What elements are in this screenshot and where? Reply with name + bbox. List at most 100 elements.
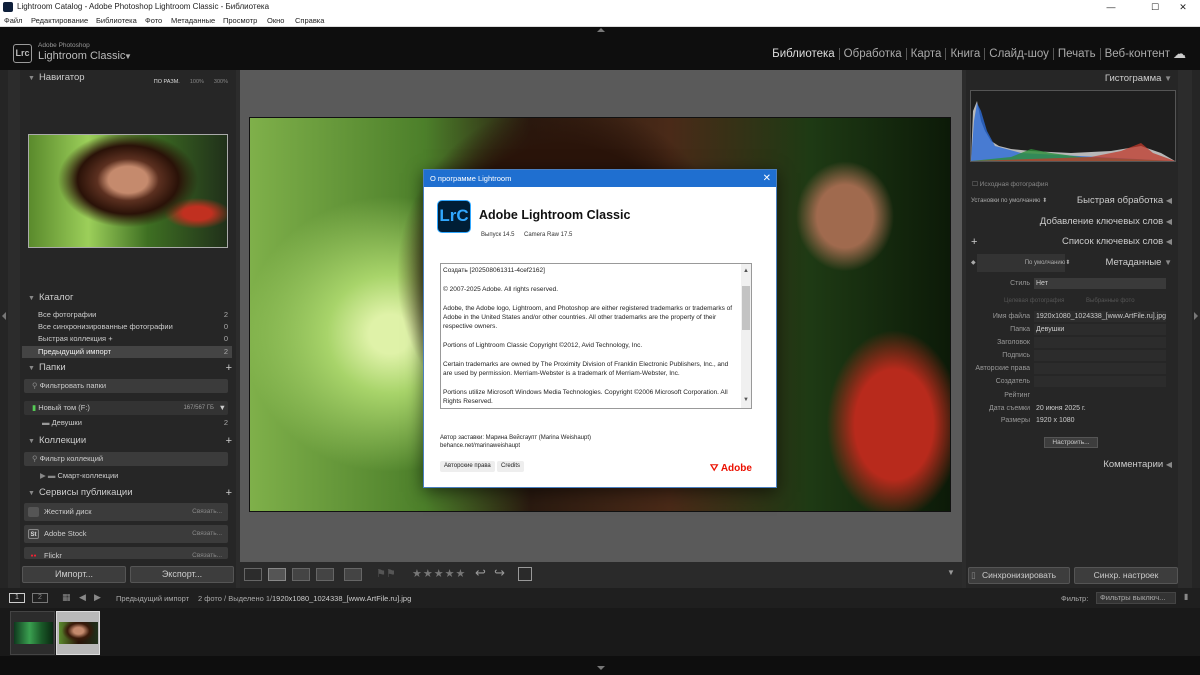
service-link[interactable]: Связать... (192, 503, 222, 521)
original-photo-checkbox[interactable]: ☐ Исходная фотография (972, 180, 1048, 188)
catalog-item[interactable]: Все синхронизированные фотографии 0 (22, 321, 232, 333)
copyright-button[interactable]: Авторские права (440, 461, 495, 472)
target-photo-tab[interactable]: Целевая фотография (1004, 295, 1064, 307)
menu-file[interactable]: Файл (4, 16, 22, 25)
service-link[interactable]: Связать... (192, 525, 222, 543)
close-button[interactable]: ✕ (1166, 0, 1200, 14)
filter-lock-icon[interactable]: ▮ (1184, 592, 1188, 601)
identity-menu-icon[interactable]: ▼ (124, 52, 132, 61)
compare-view-icon[interactable] (292, 568, 310, 581)
zoom-fit[interactable]: ПО РАЗМ. (154, 74, 180, 90)
grid-view-icon[interactable] (244, 568, 262, 581)
module-slideshow[interactable]: Слайд-шоу (984, 48, 1053, 60)
menu-view[interactable]: Просмотр (223, 16, 257, 25)
sync-settings-button[interactable]: Синхр. настроек (1074, 567, 1178, 584)
meta-copyright-field[interactable] (1034, 363, 1166, 374)
secondary-window-button[interactable]: 2 (32, 593, 48, 603)
collections-header[interactable]: ▼ Коллекции + (20, 433, 236, 449)
menu-edit[interactable]: Редактирование (31, 16, 88, 25)
customize-button[interactable]: Настроить... (1044, 437, 1098, 448)
import-button[interactable]: Импорт... (22, 566, 126, 583)
film-thumb-cell-selected[interactable] (56, 611, 100, 655)
keyword-list-header[interactable]: + Список ключевых слов ◀ (966, 233, 1178, 251)
folder-item[interactable]: ▬ Девушки 2 (22, 417, 232, 429)
module-print[interactable]: Печать (1052, 48, 1100, 60)
toolbar-menu-icon[interactable]: ▼ (947, 568, 955, 577)
menu-library[interactable]: Библиотека (96, 16, 137, 25)
smart-collections-item[interactable]: ▶ ▬ Смарт-коллекции (22, 470, 232, 482)
volume-expand-icon[interactable]: ▼ (219, 401, 226, 415)
menu-metadata[interactable]: Метаданные (171, 16, 215, 25)
metadata-header[interactable]: ◆ По умолчанию⬍ Метаданные ▼ (966, 254, 1178, 272)
minimize-button[interactable]: — (1094, 0, 1128, 14)
rotate-right-icon[interactable]: ↪ (494, 565, 505, 581)
catalog-item-selected[interactable]: Предыдущий импорт 2 (22, 346, 232, 358)
add-folder-icon[interactable]: + (226, 360, 232, 376)
sync-toggle-icon[interactable]: ▯ (971, 568, 976, 583)
filmstrip-filename[interactable]: 1920x1080_1024338_[www.ArtFile.ru].jpg (272, 594, 411, 603)
top-panel-toggle[interactable] (0, 27, 1200, 34)
zoom-100[interactable]: 100% (190, 74, 204, 90)
forward-icon[interactable]: ▶ (94, 592, 101, 603)
right-scrollbar[interactable] (1178, 70, 1192, 588)
cloud-icon[interactable]: ☁ (1173, 46, 1186, 62)
catalog-item[interactable]: Все фотографии 2 (22, 309, 232, 321)
add-keyword-icon[interactable]: + (971, 233, 977, 251)
film-thumb-cell[interactable] (10, 611, 55, 655)
sync-button[interactable]: ▯ Синхронизировать (968, 567, 1070, 584)
left-scrollbar[interactable] (8, 70, 20, 588)
menu-help[interactable]: Справка (295, 16, 324, 25)
style-dropdown[interactable]: Нет (1034, 278, 1166, 289)
publish-service-harddisk[interactable]: Жесткий диск Связать... (24, 503, 228, 521)
people-view-icon[interactable] (344, 568, 362, 581)
survey-view-icon[interactable] (316, 568, 334, 581)
module-map[interactable]: Карта (905, 48, 946, 60)
filter-folders-field[interactable]: ⚲ Фильтровать папки (24, 379, 228, 393)
grid-icon[interactable]: ▦ (62, 592, 71, 603)
loupe-view-icon[interactable] (268, 568, 286, 581)
meta-caption-field[interactable] (1034, 350, 1166, 361)
scroll-down-icon[interactable]: ▼ (743, 396, 749, 405)
filter-collections-field[interactable]: ⚲ Фильтр коллекций (24, 452, 228, 466)
publish-header[interactable]: ▼ Сервисы публикации + (20, 485, 236, 501)
catalog-header[interactable]: ▼ Каталог (20, 290, 236, 306)
scroll-up-icon[interactable]: ▲ (743, 267, 749, 276)
selected-photos-tab[interactable]: Выбранные фото (1086, 295, 1135, 307)
preset-dropdown[interactable]: Установки по умолчанию ⬍ (971, 192, 1047, 210)
filmstrip-source[interactable]: Предыдущий импорт (116, 594, 189, 603)
license-scrollbar[interactable]: ▲ ▼ (741, 264, 751, 408)
export-button[interactable]: Экспорт... (130, 566, 234, 583)
main-window-button[interactable]: 1 (9, 593, 25, 603)
folders-header[interactable]: ▼ Папки + (20, 360, 236, 376)
publish-service-flickr[interactable]: ●● Flickr Связать... (24, 547, 228, 559)
add-publish-icon[interactable]: + (226, 485, 232, 501)
metadata-preset-dropdown[interactable]: ◆ По умолчанию⬍ (971, 254, 1070, 272)
meta-creator-field[interactable] (1034, 376, 1166, 387)
flag-icon[interactable]: ⚑⚑ (376, 567, 396, 580)
meta-dimensions-field[interactable]: 1920 x 1080 (1034, 415, 1166, 426)
quick-develop-header[interactable]: Установки по умолчанию ⬍ Быстрая обработк… (966, 192, 1178, 210)
crop-icon[interactable] (518, 567, 532, 581)
service-link[interactable]: Связать... (192, 547, 222, 559)
module-book[interactable]: Книга (945, 48, 984, 60)
back-icon[interactable]: ◀ (79, 592, 86, 603)
bottom-panel-toggle[interactable] (0, 656, 1200, 675)
rating-stars-icon[interactable]: ★★★★★ (412, 567, 466, 580)
meta-filename-field[interactable]: 1920x1080_1024338_[www.ArtFile.ru].jpg (1034, 311, 1166, 322)
author-link[interactable]: behance.net/marinaweishaupt (440, 442, 591, 450)
volume-row[interactable]: ▮ Новый том (F:) 167/567 ГБ ▼ (24, 401, 228, 415)
navigator-thumbnail[interactable] (28, 134, 228, 248)
module-library[interactable]: Библиотека (768, 48, 839, 60)
keywording-header[interactable]: Добавление ключевых слов ◀ (966, 213, 1178, 231)
histogram-header[interactable]: Гистограмма ▼ (966, 70, 1178, 88)
dialog-close-icon[interactable]: ✕ (763, 170, 771, 187)
scroll-thumb[interactable] (742, 286, 750, 330)
module-develop[interactable]: Обработка (838, 48, 906, 60)
filter-dropdown[interactable]: Фильтры выключ... (1096, 592, 1176, 604)
rotate-left-icon[interactable]: ↩ (475, 565, 486, 581)
publish-service-stock[interactable]: St Adobe Stock Связать... (24, 525, 228, 543)
menu-photo[interactable]: Фото (145, 16, 162, 25)
comments-header[interactable]: Комментарии ◀ (966, 456, 1178, 474)
license-textbox[interactable]: Создать [202508061311-4cef2162] © 2007-2… (440, 263, 752, 409)
meta-folder-field[interactable]: Девушки (1034, 324, 1166, 335)
